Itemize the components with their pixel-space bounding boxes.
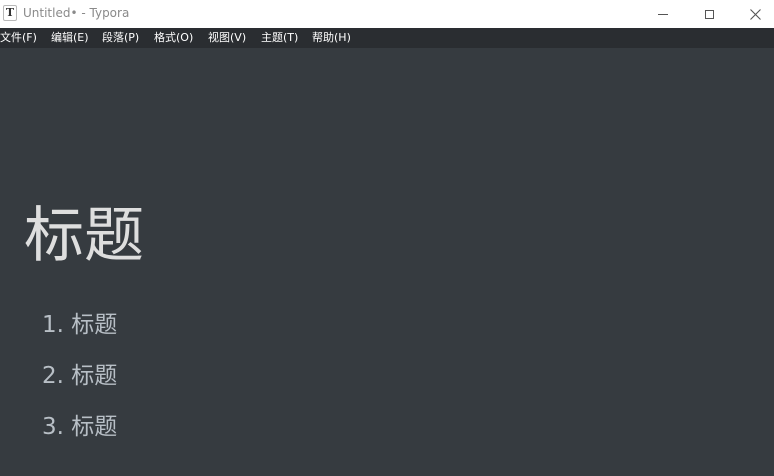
typora-app-icon: T (3, 5, 17, 21)
menu-view[interactable]: 视图(V) (208, 28, 246, 48)
list-item-text[interactable]: 标题 (71, 414, 117, 440)
list-item-text[interactable]: 标题 (71, 312, 117, 338)
list-item[interactable]: 1. 标题 (42, 309, 117, 341)
title-bar: T Untitled• - Typora (0, 0, 774, 28)
list-number: 1. (42, 312, 64, 338)
list-item-text[interactable]: 标题 (71, 363, 117, 389)
list-item[interactable]: 2. 标题 (42, 360, 117, 392)
list-number: 2. (42, 363, 64, 389)
document-heading[interactable]: 标题 (24, 196, 144, 276)
list-number: 3. (42, 414, 64, 440)
menu-paragraph[interactable]: 段落(P) (102, 28, 139, 48)
close-button[interactable] (732, 0, 774, 28)
menu-edit[interactable]: 编辑(E) (51, 28, 89, 48)
maximize-icon (704, 9, 714, 19)
menu-bar: 文件(F) 编辑(E) 段落(P) 格式(O) 视图(V) 主题(T) 帮助(H… (0, 28, 774, 48)
window-title: Untitled• - Typora (23, 6, 130, 20)
menu-format[interactable]: 格式(O) (154, 28, 193, 48)
menu-help[interactable]: 帮助(H) (312, 28, 351, 48)
menu-theme[interactable]: 主题(T) (261, 28, 298, 48)
maximize-button[interactable] (686, 0, 732, 28)
minimize-button[interactable] (640, 0, 686, 28)
close-icon (749, 8, 761, 20)
list-item[interactable]: 3. 标题 (42, 411, 117, 443)
menu-file[interactable]: 文件(F) (0, 28, 37, 48)
minimize-icon (658, 13, 668, 15)
